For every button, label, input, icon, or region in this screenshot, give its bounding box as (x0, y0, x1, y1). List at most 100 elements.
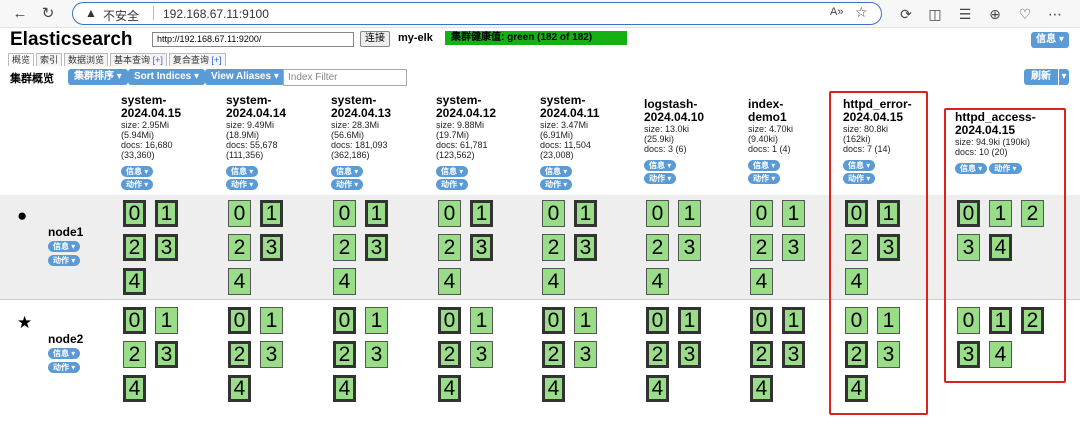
shard-node2-3[interactable]: 3 (574, 341, 597, 368)
shard-node2-0[interactable]: 0 (123, 307, 146, 334)
shard-node1-3[interactable]: 3 (470, 234, 493, 261)
shard-node2-3[interactable]: 3 (678, 341, 701, 368)
shard-node2-0[interactable]: 0 (750, 307, 773, 334)
favorite-star-icon[interactable]: ☆ (855, 4, 868, 21)
shard-node2-4[interactable]: 4 (333, 375, 356, 402)
shard-node1-0[interactable]: 0 (228, 200, 251, 227)
shard-node2-0[interactable]: 0 (542, 307, 565, 334)
shard-node1-2[interactable]: 2 (333, 234, 356, 261)
index-action-button[interactable]: 动作 ▾ (226, 179, 259, 190)
shard-node2-1[interactable]: 1 (678, 307, 701, 334)
shard-node1-1[interactable]: 1 (574, 200, 597, 227)
shard-node1-0[interactable]: 0 (438, 200, 461, 227)
shard-node2-4[interactable]: 4 (750, 375, 773, 402)
shard-node1-0[interactable]: 0 (542, 200, 565, 227)
shard-node1-3[interactable]: 3 (782, 234, 805, 261)
shard-node2-3[interactable]: 3 (782, 341, 805, 368)
shard-node1-3[interactable]: 3 (155, 234, 178, 261)
shard-node2-1[interactable]: 1 (365, 307, 388, 334)
shard-node2-0[interactable]: 0 (646, 307, 669, 334)
reload-icon[interactable]: ↻ (38, 4, 58, 24)
tab-add-icon[interactable]: [+] (153, 55, 163, 65)
shard-node1-2[interactable]: 2 (750, 234, 773, 261)
shard-node1-0[interactable]: 0 (750, 200, 773, 227)
shard-node2-1[interactable]: 1 (574, 307, 597, 334)
shard-node2-2[interactable]: 2 (542, 341, 565, 368)
shard-node1-1[interactable]: 1 (155, 200, 178, 227)
shard-node2-2[interactable]: 2 (123, 341, 146, 368)
view-aliases-button[interactable]: View Aliases ▾ (205, 69, 285, 85)
shard-node2-2[interactable]: 2 (750, 341, 773, 368)
index-action-button[interactable]: 动作 ▾ (644, 173, 677, 184)
shard-node1-4[interactable]: 4 (123, 268, 146, 295)
tab-1[interactable]: 索引 (36, 53, 63, 66)
shard-node2-3[interactable]: 3 (260, 341, 283, 368)
shard-node2-2[interactable]: 2 (438, 341, 461, 368)
shard-node2-4[interactable]: 4 (228, 375, 251, 402)
shard-node1-2[interactable]: 2 (438, 234, 461, 261)
shard-node1-3[interactable]: 3 (574, 234, 597, 261)
shard-node1-1[interactable]: 1 (678, 200, 701, 227)
shard-node2-4[interactable]: 4 (438, 375, 461, 402)
shard-node2-1[interactable]: 1 (470, 307, 493, 334)
shard-node1-4[interactable]: 4 (333, 268, 356, 295)
shard-node1-1[interactable]: 1 (365, 200, 388, 227)
refresh-dropdown-caret[interactable]: ▾ (1058, 69, 1069, 85)
node-action-button[interactable]: 动作 ▾ (48, 255, 81, 266)
sort-indices-button[interactable]: Sort Indices ▾ (128, 69, 206, 85)
shard-node2-1[interactable]: 1 (155, 307, 178, 334)
shard-node2-3[interactable]: 3 (365, 341, 388, 368)
browser-essentials-icon[interactable]: ♡ (1015, 4, 1035, 24)
tab-0[interactable]: 概览 (8, 53, 35, 66)
index-action-button[interactable]: 动作 ▾ (748, 173, 781, 184)
address-bar[interactable]: ▲ 不安全 192.168.67.11:9100 A» ☆ (72, 2, 882, 25)
shard-node1-4[interactable]: 4 (646, 268, 669, 295)
shard-node2-4[interactable]: 4 (123, 375, 146, 402)
shard-node1-1[interactable]: 1 (260, 200, 283, 227)
shard-node1-0[interactable]: 0 (123, 200, 146, 227)
collections-icon[interactable]: ⊕ (985, 4, 1005, 24)
tab-3[interactable]: 基本查询 [+] (110, 53, 167, 66)
shard-node2-2[interactable]: 2 (228, 341, 251, 368)
shard-node1-2[interactable]: 2 (542, 234, 565, 261)
shard-node1-0[interactable]: 0 (646, 200, 669, 227)
connect-url-input[interactable]: http://192.168.67.11:9200/ (152, 32, 354, 47)
split-screen-icon[interactable]: ◫ (925, 4, 945, 24)
shard-node2-1[interactable]: 1 (260, 307, 283, 334)
extension-icon[interactable]: ⟳ (896, 4, 916, 24)
tab-add-icon[interactable]: [+] (211, 55, 221, 65)
cluster-sort-button[interactable]: 集群排序 ▾ (68, 69, 128, 85)
shard-node1-4[interactable]: 4 (438, 268, 461, 295)
shard-node1-4[interactable]: 4 (542, 268, 565, 295)
shard-node2-0[interactable]: 0 (438, 307, 461, 334)
shard-node2-2[interactable]: 2 (333, 341, 356, 368)
shard-node1-3[interactable]: 3 (365, 234, 388, 261)
index-action-button[interactable]: 动作 ▾ (331, 179, 364, 190)
shard-node2-3[interactable]: 3 (155, 341, 178, 368)
read-aloud-icon[interactable]: A» (830, 6, 843, 18)
shard-node2-4[interactable]: 4 (542, 375, 565, 402)
more-menu-icon[interactable]: ⋯ (1045, 4, 1065, 24)
shard-node1-2[interactable]: 2 (228, 234, 251, 261)
node-info-button[interactable]: 信息 ▾ (48, 348, 81, 359)
favorites-icon[interactable]: ☰ (955, 4, 975, 24)
shard-node1-1[interactable]: 1 (470, 200, 493, 227)
shard-node1-1[interactable]: 1 (782, 200, 805, 227)
shard-node2-1[interactable]: 1 (782, 307, 805, 334)
shard-node2-4[interactable]: 4 (646, 375, 669, 402)
shard-node2-0[interactable]: 0 (333, 307, 356, 334)
shard-node1-2[interactable]: 2 (123, 234, 146, 261)
info-menu-button[interactable]: 信息 ▾ (1031, 32, 1069, 48)
index-action-button[interactable]: 动作 ▾ (540, 179, 573, 190)
index-filter-input[interactable]: Index Filter (283, 69, 407, 86)
shard-node2-2[interactable]: 2 (646, 341, 669, 368)
shard-node2-3[interactable]: 3 (470, 341, 493, 368)
back-arrow-icon[interactable]: ← (10, 4, 30, 24)
node-info-button[interactable]: 信息 ▾ (48, 241, 81, 252)
shard-node1-3[interactable]: 3 (678, 234, 701, 261)
shard-node1-4[interactable]: 4 (750, 268, 773, 295)
shard-node1-2[interactable]: 2 (646, 234, 669, 261)
shard-node2-0[interactable]: 0 (228, 307, 251, 334)
tab-2[interactable]: 数据浏览 (64, 53, 109, 66)
refresh-button[interactable]: 刷新 (1024, 69, 1058, 85)
